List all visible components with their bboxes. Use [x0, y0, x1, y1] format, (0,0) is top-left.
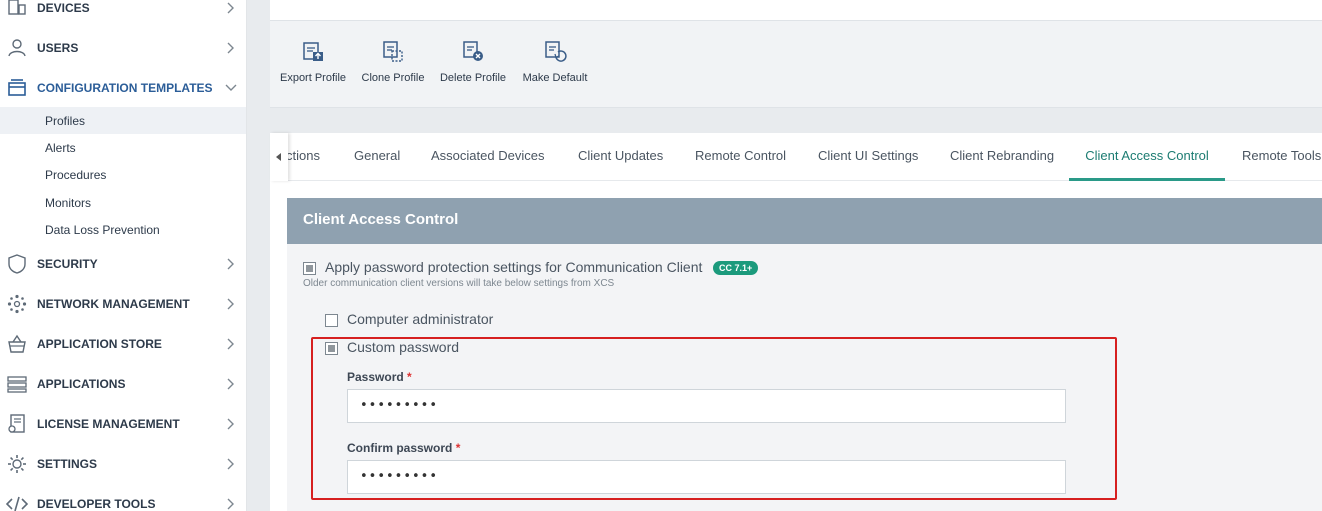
- content-area: Export Profile Clone Profile Delete Prof…: [270, 0, 1322, 511]
- sidebar-subitem-profiles[interactable]: Profiles: [0, 107, 246, 134]
- tab-scroll-left-button[interactable]: [270, 133, 288, 181]
- sidebar-item-label: LICENSE MANAGEMENT: [37, 417, 180, 431]
- chevron-right-icon: [224, 337, 238, 351]
- shield-icon: [6, 253, 28, 275]
- chevron-right-icon: [224, 457, 238, 471]
- chevron-right-icon: [224, 417, 238, 431]
- sidebar-item-devices[interactable]: DEVICES: [0, 0, 246, 28]
- sidebar-item-users[interactable]: USERS: [0, 28, 246, 68]
- sidebar-subitem-procedures[interactable]: Procedures: [0, 161, 246, 188]
- chevron-right-icon: [224, 257, 238, 271]
- sidebar-item-label: DEVELOPER TOOLS: [37, 497, 156, 511]
- computer-administrator-label: Computer administrator: [347, 311, 494, 327]
- sidebar-item-settings[interactable]: SETTINGS: [0, 444, 246, 484]
- user-icon: [6, 37, 28, 59]
- delete-profile-icon: [460, 38, 486, 64]
- caret-left-icon: [276, 148, 282, 166]
- clone-profile-icon: [380, 38, 406, 64]
- tab-actions[interactable]: ctions: [286, 133, 320, 181]
- sidebar-item-application-store[interactable]: APPLICATION STORE: [0, 324, 246, 364]
- toolbar-button-label: Make Default: [522, 72, 588, 84]
- sidebar-subitem-label: Profiles: [45, 113, 86, 128]
- sidebar-item-applications[interactable]: APPLICATIONS: [0, 364, 246, 404]
- gear-icon: [6, 453, 28, 475]
- title-strip: [270, 0, 1322, 20]
- tab-client-rebranding[interactable]: Client Rebranding: [950, 133, 1054, 181]
- sidebar-item-label: NETWORK MANAGEMENT: [37, 297, 190, 311]
- tab-client-access-control[interactable]: Client Access Control: [1069, 133, 1225, 181]
- basket-icon: [6, 333, 28, 355]
- sidebar-subitem-label: Data Loss Prevention: [45, 222, 160, 237]
- apply-password-protection-label: Apply password protection settings for C…: [325, 259, 703, 275]
- applications-icon: [6, 373, 28, 395]
- delete-profile-button[interactable]: Delete Profile: [440, 21, 506, 109]
- clone-profile-button[interactable]: Clone Profile: [360, 21, 426, 109]
- version-hint: Older communication client versions will…: [303, 278, 615, 289]
- sidebar-item-network-management[interactable]: NETWORK MANAGEMENT: [0, 284, 246, 324]
- toolbar: Export Profile Clone Profile Delete Prof…: [270, 20, 1322, 108]
- sidebar-item-label: DEVICES: [37, 1, 90, 15]
- tab-bar: ctions General Associated Devices Client…: [270, 133, 1322, 181]
- template-icon: [6, 77, 28, 99]
- sidebar-subitem-alerts[interactable]: Alerts: [0, 134, 246, 161]
- tab-client-ui-settings[interactable]: Client UI Settings: [818, 133, 918, 181]
- sidebar-subitem-label: Alerts: [45, 140, 76, 155]
- chevron-right-icon: [224, 297, 238, 311]
- tab-associated-devices[interactable]: Associated Devices: [431, 133, 544, 181]
- toolbar-button-label: Delete Profile: [439, 72, 507, 84]
- tab-remote-tools[interactable]: Remote Tools: [1242, 133, 1321, 181]
- computer-administrator-checkbox[interactable]: [325, 314, 338, 327]
- main-panel: ctions General Associated Devices Client…: [270, 133, 1322, 511]
- sidebar-subitem-label: Procedures: [45, 167, 107, 182]
- sidebar-item-security[interactable]: SECURITY: [0, 244, 246, 284]
- toolbar-button-label: Clone Profile: [361, 72, 425, 84]
- chevron-right-icon: [224, 497, 238, 511]
- chevron-right-icon: [224, 377, 238, 391]
- devices-icon: [6, 0, 28, 19]
- sidebar-item-label: APPLICATION STORE: [37, 337, 162, 351]
- tab-client-updates[interactable]: Client Updates: [578, 133, 663, 181]
- tab-general[interactable]: General: [354, 133, 400, 181]
- network-icon: [6, 293, 28, 315]
- sidebar-item-label: CONFIGURATION TEMPLATES: [37, 81, 213, 95]
- sidebar-item-developer-tools[interactable]: DEVELOPER TOOLS: [0, 484, 246, 511]
- apply-password-protection-checkbox[interactable]: [303, 262, 316, 275]
- panel-title: Client Access Control: [287, 198, 1322, 244]
- sidebar-item-configuration-templates[interactable]: CONFIGURATION TEMPLATES: [0, 68, 246, 108]
- make-default-icon: [542, 38, 568, 64]
- code-icon: [6, 493, 28, 511]
- sidebar-subitem-label: Monitors: [45, 195, 92, 210]
- make-default-button[interactable]: Make Default: [522, 21, 588, 109]
- highlight-box: [311, 337, 1117, 500]
- chevron-down-icon: [224, 81, 238, 95]
- chevron-right-icon: [224, 41, 238, 55]
- export-profile-button[interactable]: Export Profile: [278, 21, 348, 109]
- sidebar-item-license-management[interactable]: LICENSE MANAGEMENT: [0, 404, 246, 444]
- toolbar-button-label: Export Profile: [279, 72, 347, 84]
- sidebar-subitem-monitors[interactable]: Monitors: [0, 189, 246, 216]
- sidebar: DEVICES USERS CONFIGURATION TEMPLATES Pr…: [0, 0, 247, 511]
- export-profile-icon: [300, 38, 326, 64]
- sidebar-item-label: SETTINGS: [37, 457, 98, 471]
- sidebar-item-label: APPLICATIONS: [37, 377, 126, 391]
- version-badge: CC 7.1+: [713, 261, 759, 275]
- chevron-right-icon: [224, 1, 238, 15]
- sidebar-item-label: USERS: [37, 41, 79, 55]
- license-icon: [6, 413, 28, 435]
- sidebar-item-label: SECURITY: [37, 257, 98, 271]
- tab-remote-control[interactable]: Remote Control: [695, 133, 786, 181]
- sidebar-subitem-data-loss-prevention[interactable]: Data Loss Prevention: [0, 216, 246, 243]
